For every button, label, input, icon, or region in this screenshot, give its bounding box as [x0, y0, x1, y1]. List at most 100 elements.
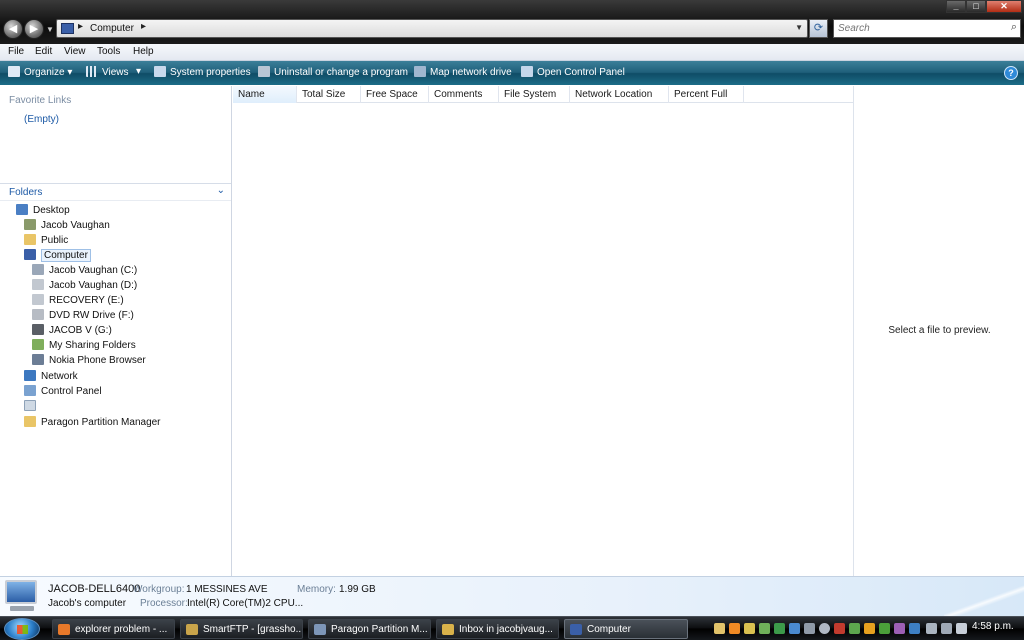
tree-item-label: Public	[41, 235, 69, 246]
tree-item-drive-d[interactable]: Jacob Vaughan (D:)	[32, 279, 137, 294]
details-swoosh	[944, 576, 1024, 616]
column-file-system[interactable]: File System	[499, 86, 570, 103]
tree-item-label: JACOB V (G:)	[49, 325, 112, 336]
title-bar: ◀ ▶ ▼ ▸ Computer ▸ ▼ ⟳ ⌕ _ □ ✕	[0, 0, 1024, 44]
breadcrumb-arrow-icon[interactable]: ▸	[78, 21, 83, 32]
tree-item-label: Computer	[41, 249, 91, 262]
device-tray-icon[interactable]	[804, 623, 815, 634]
power-icon[interactable]	[941, 623, 952, 634]
tree-item-recycle-bin[interactable]	[24, 400, 41, 415]
task-inbox[interactable]: Inbox in jacobjvaug...	[436, 619, 559, 639]
task-paragon[interactable]: Paragon Partition M...	[308, 619, 431, 639]
tree-item-sharing-folders[interactable]: My Sharing Folders	[32, 339, 136, 354]
column-header-row: Name Total Size Free Space Comments File…	[233, 86, 853, 103]
bluetooth-tray-icon[interactable]	[909, 623, 920, 634]
menu-file[interactable]: File	[8, 46, 24, 57]
tree-item-drive-e[interactable]: RECOVERY (E:)	[32, 294, 124, 309]
task-label: Paragon Partition M...	[331, 624, 428, 635]
tree-item-nokia[interactable]: Nokia Phone Browser	[32, 354, 146, 369]
back-button[interactable]: ◀	[3, 19, 23, 39]
task-computer[interactable]: Computer	[564, 619, 688, 639]
forward-button[interactable]: ▶	[24, 19, 44, 39]
folders-header[interactable]: Folders ⌄	[0, 183, 231, 201]
task-label: explorer problem - ...	[75, 624, 168, 635]
tree-item-desktop[interactable]: Desktop	[16, 204, 70, 219]
address-bar[interactable]: ▸ Computer ▸ ▼	[56, 19, 808, 38]
tree-item-paragon[interactable]: Paragon Partition Manager	[24, 416, 161, 431]
task-explorer-problem[interactable]: explorer problem - ...	[52, 619, 175, 639]
processor-label: Processor:	[140, 598, 188, 609]
volume-icon[interactable]	[956, 623, 967, 634]
recent-pages-dropdown[interactable]: ▼	[46, 25, 54, 34]
column-total-size[interactable]: Total Size	[297, 86, 361, 103]
file-list[interactable]	[233, 103, 853, 576]
alert-tray-icon[interactable]	[864, 623, 875, 634]
menu-help[interactable]: Help	[133, 46, 154, 57]
uninstall-program-button[interactable]: Uninstall or change a program	[258, 66, 408, 80]
tree-item-drive-g[interactable]: JACOB V (G:)	[32, 324, 112, 339]
memory-label: Memory:	[297, 584, 336, 595]
firefox-icon	[58, 624, 70, 635]
task-smartftp[interactable]: SmartFTP - [grassho...	[180, 619, 303, 639]
update-tray-icon[interactable]	[849, 623, 860, 634]
network-tray-icon[interactable]	[789, 623, 800, 634]
column-comments[interactable]: Comments	[429, 86, 499, 103]
help-icon[interactable]: ?	[1004, 66, 1018, 80]
close-button[interactable]: ✕	[986, 0, 1022, 13]
search-icon[interactable]: ⌕	[1011, 21, 1017, 34]
start-button[interactable]	[4, 618, 40, 640]
address-dropdown-icon[interactable]: ▼	[795, 23, 803, 32]
folder-tray-icon[interactable]	[744, 623, 755, 634]
refresh-button[interactable]: ⟳	[809, 19, 828, 38]
properties-icon	[154, 66, 166, 77]
menu-view[interactable]: View	[64, 46, 86, 57]
search-box[interactable]: ⌕	[833, 19, 1021, 38]
minimize-button[interactable]: _	[946, 0, 966, 13]
drive-icon	[32, 264, 44, 275]
computer-icon	[5, 580, 37, 604]
menu-edit[interactable]: Edit	[35, 46, 52, 57]
column-free-space[interactable]: Free Space	[361, 86, 429, 103]
map-network-drive-button[interactable]: Map network drive	[414, 66, 512, 80]
tree-item-control-panel[interactable]: Control Panel	[24, 385, 102, 400]
green-tray-icon[interactable]	[774, 623, 785, 634]
open-control-panel-button[interactable]: Open Control Panel	[521, 66, 625, 80]
taskbar-clock[interactable]: 4:58 p.m.	[972, 621, 1014, 632]
organize-button[interactable]: Organize ▾	[8, 66, 72, 80]
mail-tray-icon[interactable]	[714, 623, 725, 634]
system-properties-button[interactable]: System properties	[154, 66, 251, 80]
phone-icon	[32, 354, 44, 365]
tree-item-drive-f[interactable]: DVD RW Drive (F:)	[32, 309, 134, 324]
tree-item-label: Desktop	[33, 205, 70, 216]
breadcrumb-arrow-icon[interactable]: ▸	[141, 21, 146, 32]
column-name[interactable]: Name	[233, 86, 297, 103]
tree-item-computer[interactable]: Computer	[24, 249, 91, 264]
column-network-location[interactable]: Network Location	[570, 86, 669, 103]
column-percent-full[interactable]: Percent Full	[669, 86, 744, 103]
navigation-pane: Favorite Links (Empty) Folders ⌄ Desktop…	[0, 86, 232, 576]
maximize-button[interactable]: □	[966, 0, 986, 13]
views-dropdown-icon[interactable]: ▾	[136, 66, 141, 80]
task-label: SmartFTP - [grassho...	[203, 624, 303, 635]
tree-item-network[interactable]: Network	[24, 370, 78, 385]
network-status-icon[interactable]	[926, 623, 937, 634]
messenger-tray-icon[interactable]	[729, 623, 740, 634]
sync-tray-icon[interactable]	[759, 623, 770, 634]
breadcrumb-computer[interactable]: Computer	[90, 23, 134, 34]
tree-item-public[interactable]: Public	[24, 234, 68, 249]
antivirus-tray-icon[interactable]	[879, 623, 890, 634]
tree-item-user[interactable]: Jacob Vaughan	[24, 219, 110, 234]
disc-tray-icon[interactable]	[819, 623, 830, 634]
security-tray-icon[interactable]	[834, 623, 845, 634]
tree-item-label: RECOVERY (E:)	[49, 295, 124, 306]
views-button[interactable]: Views	[86, 66, 129, 80]
menu-tools[interactable]: Tools	[97, 46, 120, 57]
tree-item-label: Jacob Vaughan (D:)	[49, 280, 138, 291]
network-icon	[24, 370, 36, 381]
chevron-down-icon[interactable]: ⌄	[217, 185, 225, 196]
computer-name: JACOB-DELL6400	[48, 583, 141, 595]
search-input[interactable]	[834, 20, 994, 37]
app-tray-icon[interactable]	[894, 623, 905, 634]
desktop-icon	[16, 204, 28, 215]
tree-item-drive-c[interactable]: Jacob Vaughan (C:)	[32, 264, 137, 279]
